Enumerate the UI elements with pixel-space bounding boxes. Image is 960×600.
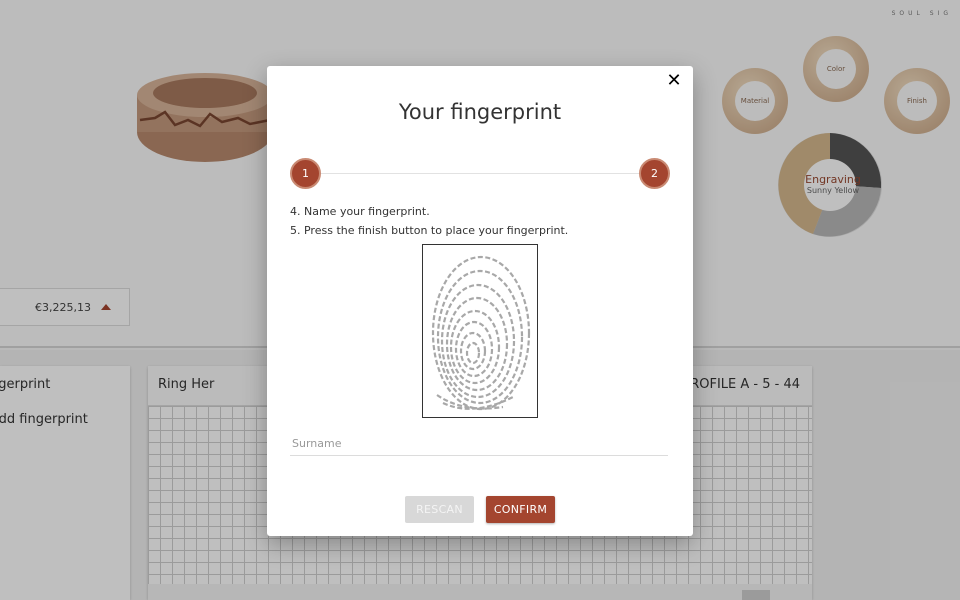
stepper: 1 2	[290, 158, 670, 190]
instruction-finish: 5. Press the finish button to place your…	[290, 224, 569, 237]
fingerprint-image	[431, 255, 531, 411]
confirm-button[interactable]: CONFIRM	[486, 496, 555, 523]
fingerprint-modal: ✕ Your fingerprint 1 2 4. Name your fing…	[267, 66, 693, 536]
fingerprint-preview	[422, 244, 538, 418]
step-2: 2	[639, 158, 670, 189]
close-icon[interactable]: ✕	[665, 72, 683, 90]
rescan-button[interactable]: RESCAN	[405, 496, 474, 523]
stepper-line	[320, 173, 640, 174]
step-1: 1	[290, 158, 321, 189]
instruction-name: 4. Name your fingerprint.	[290, 205, 430, 218]
surname-input[interactable]	[290, 432, 668, 456]
modal-title: Your fingerprint	[398, 100, 562, 124]
